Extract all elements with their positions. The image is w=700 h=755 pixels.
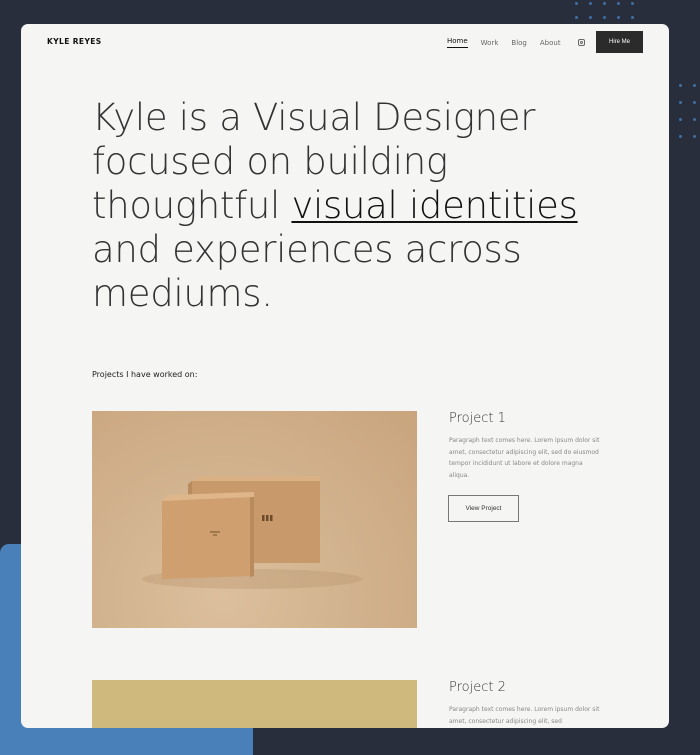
kraft-boxes-illustration	[142, 476, 362, 589]
project-1-description: Paragraph text comes here. Lorem ipsum d…	[449, 437, 600, 479]
project-1-image[interactable]	[92, 411, 417, 628]
hero-line-3-prefix: thoughtful	[92, 184, 292, 227]
nav-links: Home Work Blog About	[447, 37, 585, 48]
hero-line-1: Kyle is a Visual Designer	[92, 96, 536, 139]
top-nav: KYLE REYES Home Work Blog About Hire Me	[21, 24, 669, 60]
hire-me-button[interactable]: Hire Me	[596, 31, 643, 53]
hero-highlight-link[interactable]: visual identities	[291, 184, 577, 227]
dot-pattern-right	[677, 84, 700, 144]
hero-line-4: and experiences across	[92, 228, 522, 271]
view-project-1-button[interactable]: View Project	[448, 495, 519, 522]
hero-line-5: mediums.	[92, 272, 273, 315]
hero-headline: Kyle is a Visual Designer focused on bui…	[92, 96, 592, 316]
projects-section-label: Projects I have worked on:	[92, 370, 198, 379]
nav-link-about[interactable]: About	[540, 39, 561, 47]
instagram-icon[interactable]	[577, 39, 585, 46]
nav-link-blog[interactable]: Blog	[511, 39, 526, 47]
project-2-image[interactable]	[92, 680, 417, 728]
portfolio-card: KYLE REYES Home Work Blog About Hire Me …	[21, 24, 669, 728]
project-2-title: Project 2	[449, 680, 506, 695]
project-2-description: Paragraph text comes here. Lorem ipsum d…	[449, 706, 600, 725]
nav-link-work[interactable]: Work	[481, 39, 499, 47]
nav-link-home[interactable]: Home	[447, 37, 468, 48]
hero-line-2: focused on building	[92, 140, 448, 183]
project-1-title: Project 1	[449, 411, 506, 426]
dot-pattern-top	[575, 0, 635, 22]
site-logo[interactable]: KYLE REYES	[47, 37, 102, 46]
